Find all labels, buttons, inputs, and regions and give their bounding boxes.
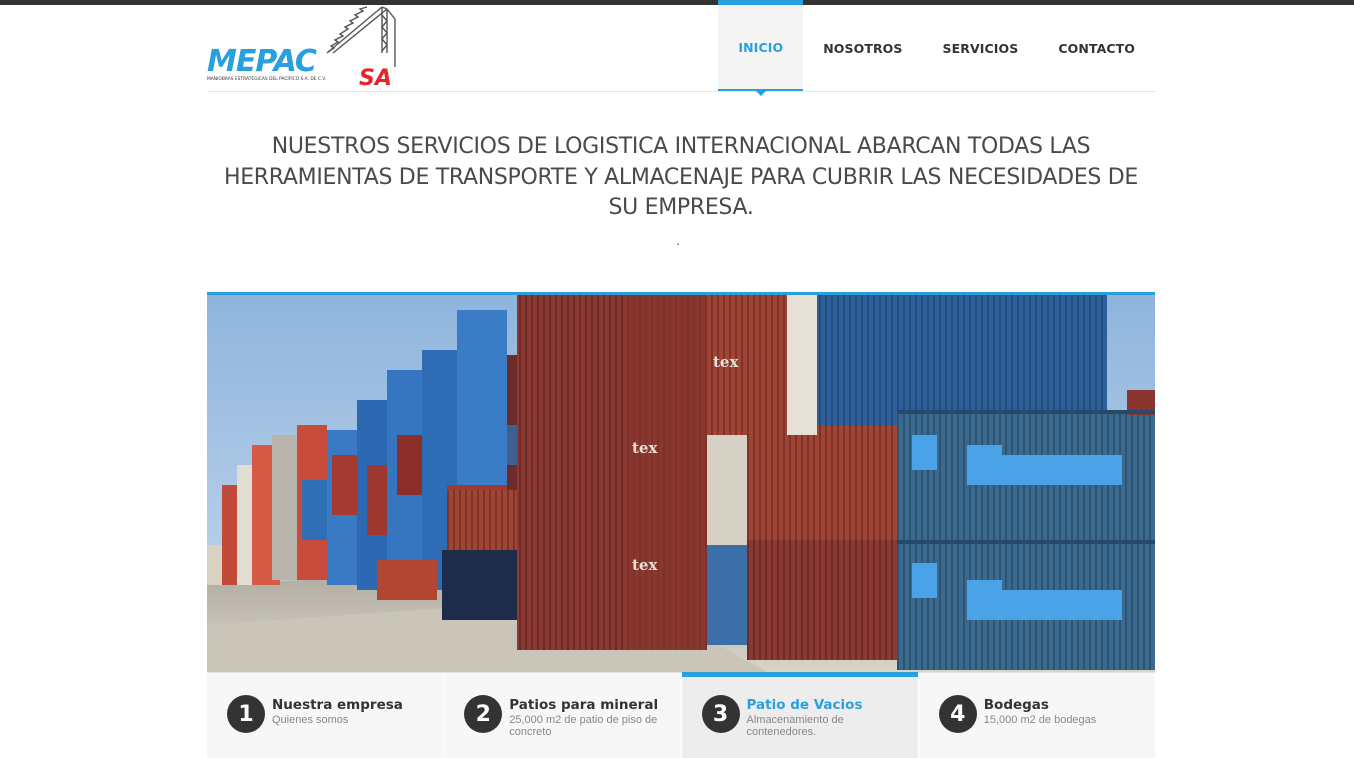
crane-icon (326, 6, 396, 67)
hero-slider-image: tex tex tex tex (207, 292, 1155, 672)
container-label: tex (632, 556, 658, 574)
container-yard-photo: tex tex tex tex (207, 295, 1155, 672)
tab-subtitle: Almacenamiento de contenedores. (746, 714, 844, 738)
tab-number-badge: 2 (464, 695, 503, 733)
tab-subtitle: 25,000 m2 de patio de piso de concreto (509, 714, 658, 738)
headline-dot: . (676, 232, 680, 248)
tab-title: Bodegas (983, 697, 1049, 713)
tab-title: Patio de Vacios (746, 697, 863, 713)
headline-line-2: HERRAMIENTAS DE TRANSPORTE Y ALMACENAJE … (223, 164, 1139, 190)
nav-item-servicios[interactable]: SERVICIOS (923, 5, 1039, 91)
tab-bodegas[interactable]: 4 Bodegas 15,000 m2 de bodegas (918, 673, 1155, 758)
site-header: MEPAC SA MANIOBRAS ESTRATÉGICAS DEL PACÍ… (207, 0, 1155, 96)
logo-suffix: SA (359, 66, 392, 91)
service-tabs: 1 Nuestra empresa Quienes somos 2 Patios… (207, 672, 1155, 758)
nav-item-contacto[interactable]: CONTACTO (1038, 5, 1155, 91)
tab-number-badge: 1 (227, 695, 265, 733)
tab-subtitle: Quienes somos (272, 714, 349, 726)
page-headline: NUESTROS SERVICIOS DE LOGISTICA INTERNAC… (207, 132, 1155, 224)
logo-wordmark: MEPAC (207, 44, 317, 79)
main-nav: INICIO NOSOTROS SERVICIOS CONTACTO (718, 0, 1155, 96)
tab-patio-vacios[interactable]: 3 Patio de Vacios Almacenamiento de cont… (681, 672, 919, 758)
company-logo[interactable]: MEPAC SA MANIOBRAS ESTRATÉGICAS DEL PACÍ… (207, 5, 412, 91)
container-label: tex (632, 439, 658, 457)
tab-subtitle: 15,000 m2 de bodegas (983, 714, 1097, 726)
headline-line-3: SU EMPRESA. (608, 195, 754, 220)
container-label: tex (713, 353, 739, 371)
tab-patios-mineral[interactable]: 2 Patios para mineral 25,000 m2 de patio… (444, 673, 682, 758)
tab-title: Nuestra empresa (272, 697, 403, 713)
nav-item-nosotros[interactable]: NOSOTROS (803, 5, 922, 91)
tab-title: Patios para mineral (509, 697, 659, 713)
nav-item-inicio[interactable]: INICIO (718, 0, 804, 96)
tab-nuestra-empresa[interactable]: 1 Nuestra empresa Quienes somos (207, 673, 445, 758)
tab-number-badge: 4 (938, 695, 977, 733)
tab-number-badge: 3 (701, 695, 740, 733)
headline-line-1: NUESTROS SERVICIOS DE LOGISTICA INTERNAC… (271, 134, 1091, 159)
